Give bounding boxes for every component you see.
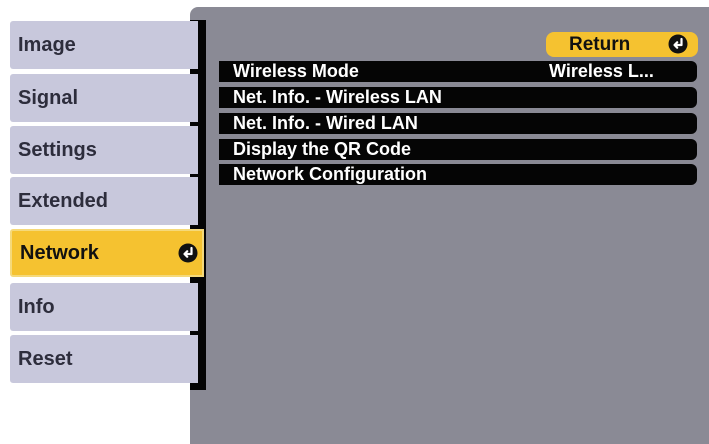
sidebar-item-label: Reset — [18, 347, 73, 370]
sidebar-item-info[interactable]: Info — [10, 283, 198, 331]
sidebar-item-network[interactable]: Network — [10, 229, 204, 277]
sidebar-item-settings[interactable]: Settings — [10, 126, 198, 174]
menu-item-label: Wireless Mode — [233, 61, 359, 81]
return-button[interactable]: Return — [546, 32, 698, 57]
menu-item-value: Wireless L... — [549, 61, 654, 81]
menu-item-label: Net. Info. - Wired LAN — [233, 113, 418, 133]
sidebar-menu: Image Signal Settings Extended Network I… — [0, 0, 210, 444]
sidebar-item-label: Info — [18, 295, 55, 318]
sidebar-item-label: Extended — [18, 189, 109, 212]
sidebar-item-label: Network — [20, 241, 99, 264]
sidebar-item-label: Settings — [18, 138, 97, 161]
menu-item-label: Net. Info. - Wireless LAN — [233, 87, 442, 107]
sidebar-item-label: Image — [18, 33, 76, 56]
sidebar-item-signal[interactable]: Signal — [10, 74, 198, 122]
menu-item-wireless-mode[interactable]: Wireless Mode Wireless L... — [219, 61, 697, 82]
sidebar-item-image[interactable]: Image — [10, 21, 198, 69]
menu-item-display-qr-code[interactable]: Display the QR Code — [219, 139, 697, 160]
menu-item-network-configuration[interactable]: Network Configuration — [219, 164, 697, 185]
menu-item-label: Network Configuration — [233, 164, 427, 184]
return-button-label: Return — [569, 33, 631, 55]
enter-icon — [178, 243, 198, 263]
sidebar-item-reset[interactable]: Reset — [10, 335, 198, 383]
enter-icon — [668, 34, 688, 54]
menu-item-label: Display the QR Code — [233, 139, 412, 159]
menu-item-net-info-wired-lan[interactable]: Net. Info. - Wired LAN — [219, 113, 697, 134]
sidebar-item-extended[interactable]: Extended — [10, 177, 198, 225]
sidebar-item-label: Signal — [18, 86, 79, 109]
menu-item-net-info-wireless-lan[interactable]: Net. Info. - Wireless LAN — [219, 87, 697, 108]
